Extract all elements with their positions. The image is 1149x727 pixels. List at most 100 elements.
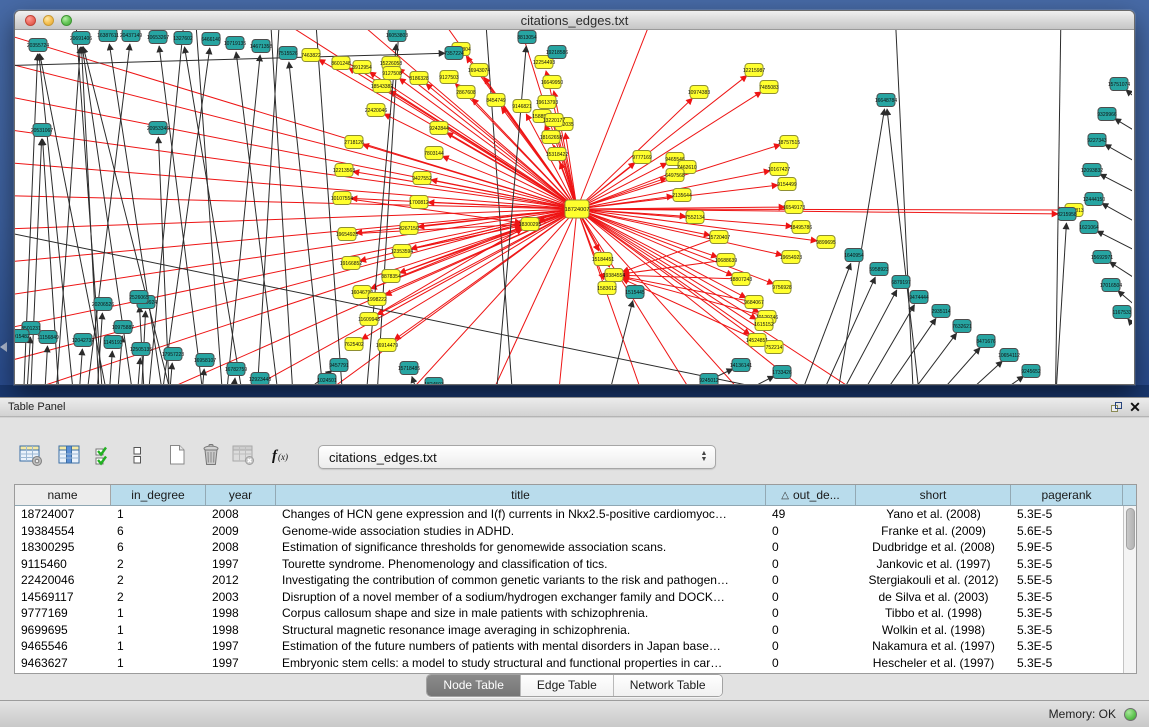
graph-node[interactable]: 11156849 [37,331,59,344]
graph-node[interactable]: 6879197 [891,276,911,289]
table-cell[interactable]: 49 [766,506,856,523]
graph-node[interactable]: 18495786 [790,221,812,234]
table-cell[interactable]: 2012 [206,572,276,589]
graph-node[interactable]: 17957223 [162,348,184,361]
table-cell[interactable]: 0 [766,523,856,540]
table-cell[interactable]: 1 [111,655,206,672]
table-cell[interactable]: 5.3E-5 [1011,622,1123,639]
graph-node[interactable]: 10975887 [112,321,134,334]
graph-node[interactable]: 1167533 [1112,306,1131,319]
panel-collapse-icon[interactable] [0,342,7,352]
table-row[interactable]: 1830029562008Estimation of significance … [15,539,1136,556]
graph-node[interactable]: 9777169 [632,151,652,164]
graph-node[interactable]: 3915482 [15,330,30,343]
table-cell[interactable]: Embryonic stem cells: a model to study s… [276,655,766,672]
graph-node[interactable]: 1998222 [367,293,387,306]
table-cell[interactable]: Corpus callosum shape and size in male p… [276,605,766,622]
table-cell[interactable]: 2008 [206,506,276,523]
table-cell[interactable]: 9777169 [15,605,111,622]
graph-node[interactable]: 10107554 [331,192,353,205]
table-cell[interactable]: 6 [111,523,206,540]
table-cell[interactable]: 5.5E-5 [1011,572,1123,589]
graph-node[interactable]: 8912954 [352,61,372,74]
table-cell[interactable]: Yano et al. (2008) [856,506,1011,523]
column-header-in_degree[interactable]: in_degree [111,485,206,505]
graph-node[interactable]: 19166852 [340,257,362,270]
graph-node[interactable]: 1615152 [754,318,774,331]
table-row[interactable]: 911546021997Tourette syndrome. Phenomeno… [15,556,1136,573]
graph-node[interactable]: 7515526 [278,47,298,60]
table-cell[interactable]: 18300295 [15,539,111,556]
graph-node[interactable]: 9474444 [909,291,929,304]
graph-node[interactable]: 10653267 [147,31,169,44]
graph-node[interactable]: 13220177 [543,114,565,127]
graph-node[interactable]: 17016504 [1100,279,1122,292]
close-panel-button[interactable]: ✕ [1127,399,1149,415]
graph-node[interactable]: 7463822 [301,49,321,62]
table-cell[interactable]: Genome-wide association studies in ADHD. [276,523,766,540]
graph-node[interactable]: 15184451 [592,253,614,266]
table-cell[interactable]: 1998 [206,605,276,622]
table-cell[interactable]: 1998 [206,622,276,639]
table-cell[interactable]: 19384554 [15,523,111,540]
graph-node[interactable]: 1024501 [317,374,337,386]
graph-node[interactable]: 2935114 [931,305,950,318]
column-header-year[interactable]: year [206,485,276,505]
graph-node[interactable]: 9127503 [439,71,459,84]
table-cell[interactable]: 1 [111,638,206,655]
table-cell[interactable]: 0 [766,605,856,622]
table-cell[interactable]: Stergiakouli et al. (2012) [856,572,1011,589]
create-column-button[interactable] [162,442,192,472]
graph-node[interactable]: 16387611 [97,30,119,42]
graph-node[interactable]: 9899695 [816,236,836,249]
table-cell[interactable]: 5.3E-5 [1011,605,1123,622]
table-cell[interactable]: 0 [766,622,856,639]
table-cell[interactable]: 5.6E-5 [1011,523,1123,540]
graph-node[interactable]: 10167427 [768,163,790,176]
graph-node[interactable]: 9684067 [744,296,764,309]
graph-node[interactable]: 7803144 [424,147,444,160]
graph-node[interactable]: 12042737 [72,334,94,347]
table-cell[interactable]: 0 [766,539,856,556]
column-header-title[interactable]: title [276,485,766,505]
graph-node[interactable]: 7632621 [952,320,972,333]
table-cell[interactable]: 1 [111,622,206,639]
graph-node[interactable]: 16958107 [194,354,216,367]
graph-node[interactable]: 9427552 [412,172,432,185]
network-canvas[interactable]: 1872400774638228601248891295415226058912… [15,30,1134,385]
graph-node[interactable]: 1515445 [625,286,645,299]
table-mode-button[interactable] [16,442,46,472]
graph-node[interactable]: 8267150 [399,222,419,235]
graph-node[interactable]: 15692971 [1091,251,1113,264]
table-cell[interactable]: de Silva et al. (2003) [856,589,1011,606]
column-header-out_de[interactable]: △out_de... [766,485,856,505]
table-cell[interactable]: 0 [766,556,856,573]
graph-node[interactable]: 16648784 [875,94,897,107]
table-cell[interactable]: 18724007 [15,506,111,523]
graph-node[interactable]: 16914479 [376,339,398,352]
table-cell[interactable]: Investigating the contribution of common… [276,572,766,589]
table-cell[interactable]: Hescheler et al. (1997) [856,655,1011,672]
graph-node[interactable]: 8813054 [517,31,537,44]
graph-node[interactable]: 8215958 [1057,208,1077,221]
graph-node[interactable]: 8601248 [331,57,351,70]
graph-node[interactable]: 8878354 [381,270,401,283]
graph-node[interactable]: 20355724 [27,39,49,52]
graph-node[interactable]: 15718485 [398,362,420,375]
table-cell[interactable]: 1 [111,506,206,523]
delete-table-button[interactable] [228,442,258,472]
graph-node[interactable]: 8454749 [486,94,506,107]
memory-ok-icon[interactable] [1124,708,1137,721]
graph-node[interactable]: 18757515 [778,136,800,149]
graph-node[interactable]: 9756928 [772,281,792,294]
graph-node[interactable]: 1621064 [1079,221,1099,234]
graph-node[interactable]: 19218586 [546,46,568,59]
graph-hub-node[interactable]: 18724007 [565,200,590,218]
scrollbar-thumb[interactable] [1126,508,1135,550]
graph-node[interactable]: 752214 [765,341,783,354]
graph-node[interactable]: 1733426 [772,366,792,379]
graph-node[interactable]: 18543382 [371,80,393,93]
graph-node[interactable]: 11609948 [358,313,380,326]
graph-node[interactable]: 9242844 [429,122,449,135]
table-cell[interactable]: Estimation of significance thresholds fo… [276,539,766,556]
